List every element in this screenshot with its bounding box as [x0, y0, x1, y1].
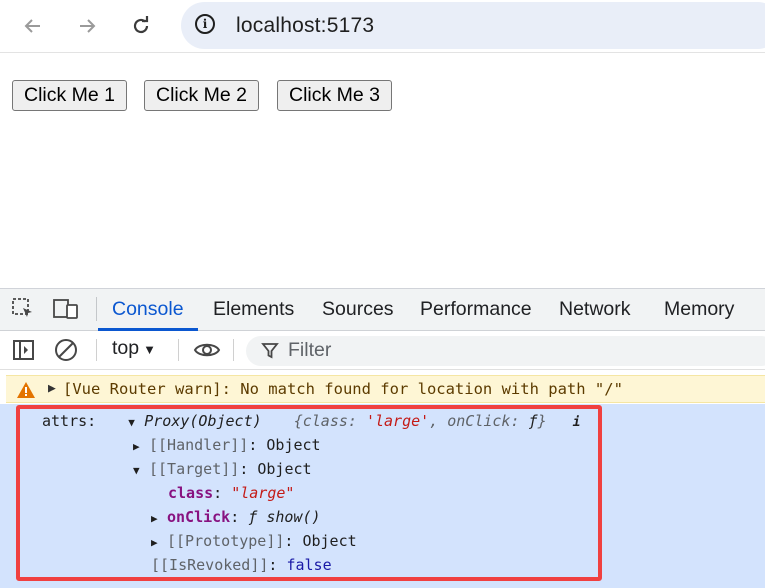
console-warning-row[interactable]: ▶ [Vue Router warn]: No match found for …: [6, 375, 765, 403]
toolbar-divider: [233, 339, 234, 361]
tabbar-divider: [96, 297, 97, 321]
devtools-tabbar: Console Elements Sources Performance Net…: [0, 289, 765, 331]
inspect-element-icon[interactable]: [12, 298, 36, 320]
browser-toolbar: i localhost:5173: [0, 0, 765, 53]
show-sidebar-icon[interactable]: [12, 338, 36, 362]
reload-icon[interactable]: [126, 11, 156, 41]
console-filter-input[interactable]: Filter: [246, 336, 765, 366]
url-text: localhost:5173: [236, 14, 375, 37]
filter-funnel-icon: [261, 343, 279, 359]
click-me-1-button[interactable]: Click Me 1: [12, 80, 128, 111]
expand-triangle-icon[interactable]: ▶: [48, 381, 56, 396]
tab-console[interactable]: Console: [98, 289, 198, 331]
warning-icon: [17, 382, 35, 398]
address-bar[interactable]: i localhost:5173: [181, 2, 765, 49]
filter-placeholder: Filter: [288, 339, 332, 361]
live-expression-eye-icon[interactable]: [193, 338, 221, 362]
forward-arrow-icon[interactable]: [72, 11, 102, 41]
clear-console-icon[interactable]: [54, 338, 78, 362]
tab-network[interactable]: Network: [559, 289, 631, 330]
back-arrow-icon[interactable]: [18, 11, 48, 41]
toolbar-divider: [178, 339, 179, 361]
click-me-2-button[interactable]: Click Me 2: [144, 80, 260, 111]
toolbar-divider: [96, 339, 97, 361]
console-toolbar: top ▼ Filter: [0, 331, 765, 370]
tab-performance[interactable]: Performance: [420, 289, 532, 330]
red-highlight-annotation: [16, 405, 602, 581]
warning-message: [Vue Router warn]: No match found for lo…: [63, 380, 623, 398]
tab-sources[interactable]: Sources: [322, 289, 394, 330]
device-toolbar-icon[interactable]: [53, 298, 78, 320]
tab-elements[interactable]: Elements: [213, 289, 294, 330]
context-selector-label: top: [112, 337, 140, 359]
caret-down-icon: ▼: [143, 342, 156, 357]
site-info-icon[interactable]: i: [195, 14, 215, 34]
tab-memory[interactable]: Memory: [664, 289, 734, 330]
context-selector[interactable]: top ▼: [112, 337, 156, 360]
devtools-panel: Console Elements Sources Performance Net…: [0, 288, 765, 588]
click-me-3-button[interactable]: Click Me 3: [277, 80, 393, 111]
